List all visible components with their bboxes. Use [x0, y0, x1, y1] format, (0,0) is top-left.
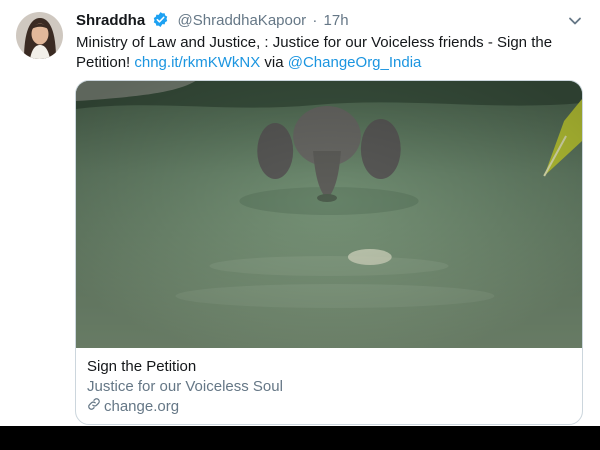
card-description: Justice for our Voiceless Soul — [87, 378, 283, 395]
separator: · — [312, 12, 318, 29]
tweet-header: Shraddha @ShraddhaKapoor · 17h — [76, 11, 349, 34]
card-domain: change.org — [87, 397, 571, 417]
avatar[interactable] — [16, 12, 63, 59]
chevron-down-icon[interactable] — [566, 12, 584, 30]
verified-badge-icon — [152, 11, 169, 34]
display-name[interactable]: Shraddha — [76, 12, 145, 29]
tweet-text-part: via — [260, 54, 288, 71]
link-card[interactable]: Sign the Petition Justice for our Voicel… — [75, 80, 583, 425]
user-handle[interactable]: @ShraddhaKapoor — [178, 12, 307, 29]
card-body: Sign the Petition Justice for our Voicel… — [87, 357, 571, 417]
mention-link[interactable]: @ChangeOrg_India — [288, 54, 422, 71]
bottom-bar — [0, 426, 600, 450]
timestamp[interactable]: 17h — [324, 12, 349, 29]
link-icon — [87, 397, 104, 417]
card-image — [76, 81, 582, 348]
card-title: Sign the Petition — [87, 358, 197, 375]
card-domain-text: change.org — [104, 398, 180, 415]
petition-link[interactable]: chng.it/rkmKWkNX — [134, 54, 260, 71]
tweet-text: Ministry of Law and Justice, : Justice f… — [76, 33, 566, 73]
